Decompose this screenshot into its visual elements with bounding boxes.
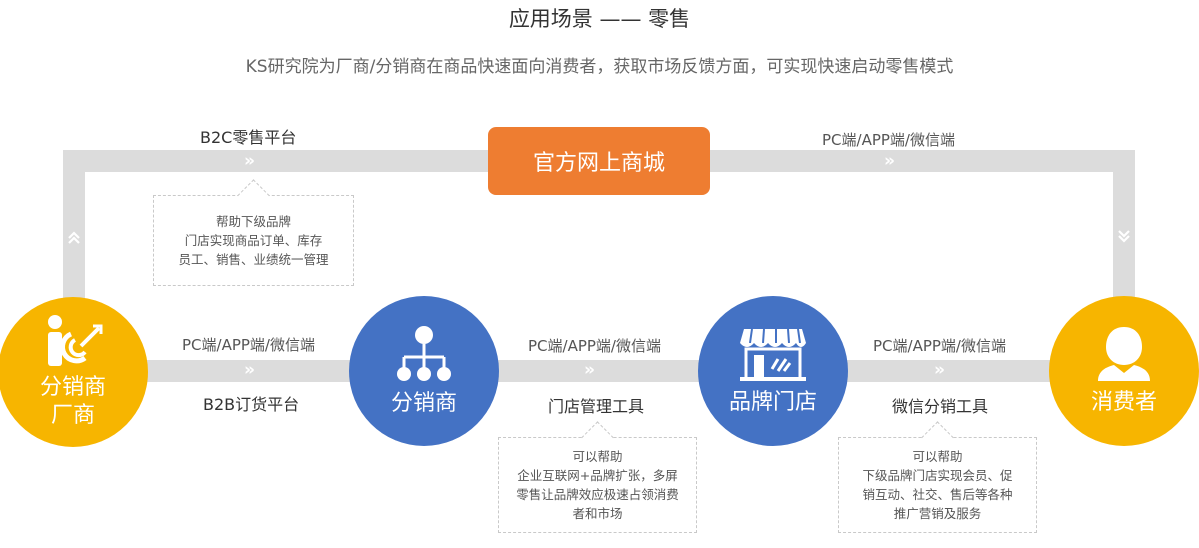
page-title: 应用场景 —— 零售 [508, 7, 691, 31]
b2c-note: 帮助下级品牌 门店实现商品订单、库存 员工、销售、业绩统一管理 [153, 179, 354, 286]
manufacturer-label-line2: 厂商 [50, 403, 95, 428]
chevron-right-icon: ›› [884, 151, 895, 171]
note-line: 帮助下级品牌 [215, 214, 291, 229]
hierarchy-icon [397, 326, 451, 381]
chevron-right-icon: ›› [244, 151, 255, 171]
seg2-channels-label: PC端/APP端/微信端 [528, 337, 661, 355]
store-tool-label: 门店管理工具 [548, 397, 645, 416]
note-line: 者和市场 [572, 506, 623, 521]
target-person-icon [48, 315, 103, 366]
official-online-mall-box: 官方网上商城 [488, 127, 710, 195]
distributor-label: 分销商 [390, 391, 457, 416]
note-line: 可以帮助 [912, 449, 963, 464]
note-line: 下级品牌门店实现会员、促 [862, 468, 1013, 483]
official-online-mall-label: 官方网上商城 [532, 151, 665, 176]
note-line: 员工、销售、业绩统一管理 [178, 252, 329, 267]
user-icon [1098, 327, 1150, 381]
consumer-node: 消费者 [1049, 296, 1199, 446]
note-line: 零售让品牌效应极速占领消费 [516, 487, 679, 502]
note-line: 可以帮助 [572, 449, 623, 464]
page-subtitle: KS研究院为厂商/分销商在商品快速面向消费者，获取市场反馈方面，可实现快速启动零… [245, 57, 954, 77]
note-line: 销互动、社交、售后等各种 [862, 487, 1013, 502]
seg1-channels-label: PC端/APP端/微信端 [182, 336, 315, 354]
top-channels-label: PC端/APP端/微信端 [822, 131, 955, 149]
chevron-right-icon: ›› [934, 360, 945, 380]
chevron-right-icon: ›› [244, 360, 255, 380]
storefront-icon [740, 328, 806, 381]
wechat-tool-note: 可以帮助 下级品牌门店实现会员、促 销互动、社交、售后等各种 推广营销及服务 [838, 421, 1037, 533]
b2b-ordering-label: B2B订货平台 [203, 395, 300, 414]
brand-store-label: 品牌门店 [728, 390, 817, 415]
note-line: 企业互联网+品牌扩张，多屏 [517, 468, 678, 483]
store-tool-note: 可以帮助 企业互联网+品牌扩张，多屏 零售让品牌效应极速占领消费 者和市场 [498, 421, 697, 533]
b2c-platform-label: B2C零售平台 [200, 128, 297, 147]
note-line: 门店实现商品订单、库存 [184, 233, 323, 248]
seg3-channels-label: PC端/APP端/微信端 [873, 337, 1006, 355]
consumer-label: 消费者 [1090, 390, 1157, 415]
wechat-tool-label: 微信分销工具 [892, 397, 989, 416]
brand-store-node: 品牌门店 [698, 296, 848, 446]
chevron-up-icon [66, 230, 82, 246]
distributor-node: 分销商 [349, 296, 499, 446]
manufacturer-node: 分销商 厂商 [0, 297, 148, 447]
note-line: 推广营销及服务 [893, 506, 982, 521]
manufacturer-label-line1: 分销商 [39, 375, 106, 400]
chevron-down-icon [1116, 228, 1132, 244]
chevron-right-icon: ›› [584, 360, 595, 380]
